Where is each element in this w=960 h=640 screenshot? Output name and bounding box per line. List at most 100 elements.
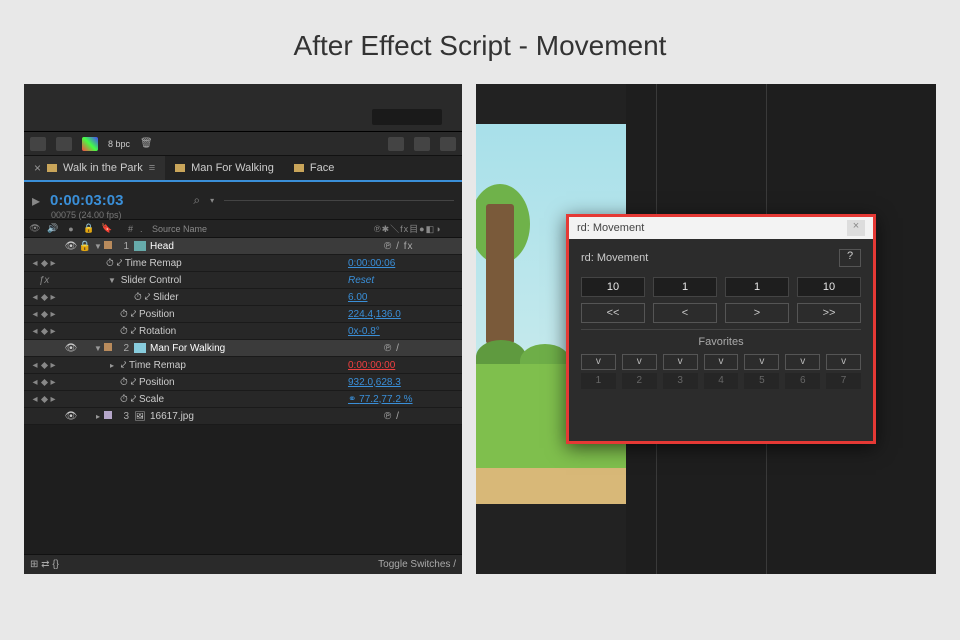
layer-switches[interactable]: ℗ / fx	[384, 241, 462, 252]
prop-value[interactable]: 0x-0.8°	[344, 326, 462, 337]
stopwatch-icon[interactable]: ⏱	[120, 377, 128, 388]
layer-row-man[interactable]: 👁 ▼ 2 Man For Walking ℗ /	[24, 340, 462, 357]
lock-toggle[interactable]: 🔒	[78, 241, 92, 252]
fav-save-3[interactable]: v	[663, 354, 698, 370]
panel-icon-3[interactable]	[440, 137, 456, 151]
twirl-icon[interactable]: ▼	[106, 276, 118, 285]
stopwatch-icon[interactable]: ⏱	[120, 326, 128, 337]
fav-save-1[interactable]: v	[581, 354, 616, 370]
stopwatch-icon[interactable]: ⏱	[106, 258, 114, 269]
current-time[interactable]: 0:00:03:03	[50, 192, 123, 209]
stopwatch-icon[interactable]: ⏱	[120, 309, 128, 320]
script-heading: rd: Movement	[581, 252, 648, 264]
fav-slot-5[interactable]: 5	[744, 373, 779, 389]
footer-icons[interactable]: ⊞ ⇄ {}	[30, 559, 59, 570]
prop-position[interactable]: ◂▸ ⏱ ⤦ Position 224.4,136.0	[24, 306, 462, 323]
prop-value[interactable]: 6.00	[344, 292, 462, 303]
index-col: #	[118, 224, 136, 234]
fav-slot-6[interactable]: 6	[785, 373, 820, 389]
keyframe-nav[interactable]: ◂▸	[24, 309, 64, 320]
nav-fast-forward-button[interactable]: >>	[797, 303, 861, 323]
movement-script-panel[interactable]: rd: Movement × rd: Movement ? 10 1 1 10 …	[566, 214, 876, 444]
viewer-panel: rd: Movement × rd: Movement ? 10 1 1 10 …	[476, 84, 936, 574]
close-icon[interactable]: ×	[34, 161, 41, 175]
fav-slot-7[interactable]: 7	[826, 373, 861, 389]
keyframe-nav[interactable]: ◂▸	[24, 377, 64, 388]
step-input-1[interactable]: 10	[581, 277, 645, 297]
stopwatch-icon[interactable]: ⏱	[120, 394, 128, 405]
prop-time-remap-2[interactable]: ◂▸ ▸ ⤦ Time Remap 0:00:00:00	[24, 357, 462, 374]
fav-save-7[interactable]: v	[826, 354, 861, 370]
prop-rotation[interactable]: ◂▸ ⏱ ⤦ Rotation 0x-0.8°	[24, 323, 462, 340]
help-button[interactable]: ?	[839, 249, 861, 267]
toggle-switches-button[interactable]: Toggle Switches /	[378, 559, 456, 570]
script-titlebar[interactable]: rd: Movement ×	[569, 217, 873, 239]
audio-col-icon: 🔊	[46, 223, 60, 234]
folder-icon	[175, 164, 185, 172]
twirl-icon[interactable]: ▸	[92, 412, 104, 421]
fav-slot-3[interactable]: 3	[663, 373, 698, 389]
prop-position-2[interactable]: ◂▸ ⏱ ⤦ Position 932.0,628.3	[24, 374, 462, 391]
layer-name[interactable]: 16617.jpg	[148, 411, 384, 422]
fav-slot-4[interactable]: 4	[704, 373, 739, 389]
nav-back-button[interactable]: <	[653, 303, 717, 323]
fav-slot-1[interactable]: 1	[581, 373, 616, 389]
prop-value[interactable]: 932.0,628.3	[344, 377, 462, 388]
prop-scale[interactable]: ◂▸ ⏱ ⤦ Scale ⚭ 77.2,77.2 %	[24, 391, 462, 408]
close-icon[interactable]: ×	[847, 220, 865, 236]
layer-switches[interactable]: ℗ /	[384, 411, 462, 422]
column-header: 👁 🔊 ● 🔒 🔖 # . Source Name ℗✱＼fx目●◧◑	[24, 220, 462, 238]
folder-icon[interactable]	[56, 137, 72, 151]
reset-link[interactable]: Reset	[344, 275, 462, 286]
step-input-3[interactable]: 1	[725, 277, 789, 297]
fav-slot-2[interactable]: 2	[622, 373, 657, 389]
step-input-4[interactable]: 10	[797, 277, 861, 297]
tab-face[interactable]: Face	[284, 156, 344, 180]
layer-row-head[interactable]: 👁 🔒 ▼ 1 Head ℗ / fx	[24, 238, 462, 255]
keyframe-nav[interactable]: ◂▸	[24, 258, 64, 269]
prop-time-remap[interactable]: ◂▸ ⏱ ⤦ Time Remap 0:00:00:06	[24, 255, 462, 272]
tab-man-for-walking[interactable]: Man For Walking	[165, 156, 284, 180]
script-title: rd: Movement	[577, 222, 644, 234]
nav-fast-back-button[interactable]: <<	[581, 303, 645, 323]
twirl-icon[interactable]: ▼	[92, 344, 104, 353]
fav-save-2[interactable]: v	[622, 354, 657, 370]
color-icon[interactable]	[82, 137, 98, 151]
layer-index: 3	[114, 411, 132, 422]
prop-value[interactable]: ⚭ 77.2,77.2 %	[344, 394, 462, 405]
step-input-2[interactable]: 1	[653, 277, 717, 297]
stopwatch-icon[interactable]: ⏱	[134, 292, 142, 303]
keyframe-nav[interactable]: ◂▸	[24, 292, 64, 303]
layer-switches[interactable]: ℗ /	[384, 343, 462, 354]
tab-walk-in-the-park[interactable]: × Walk in the Park ≡	[24, 156, 165, 180]
twirl-icon[interactable]: ▼	[92, 242, 104, 251]
fav-save-5[interactable]: v	[744, 354, 779, 370]
layer-row-image[interactable]: 👁 ▸ 3 🖼 16617.jpg ℗ /	[24, 408, 462, 425]
panel-icon-1[interactable]	[388, 137, 404, 151]
menu-icon[interactable]: ≡	[149, 162, 155, 174]
visibility-toggle[interactable]: 👁	[64, 241, 78, 252]
keyframe-nav[interactable]: ◂▸	[24, 360, 64, 371]
trash-icon[interactable]: 🗑	[140, 138, 153, 149]
keyframe-nav[interactable]: ◂▸	[24, 394, 64, 405]
prop-value[interactable]: 224.4,136.0	[344, 309, 462, 320]
image-icon: 🖼	[134, 411, 145, 422]
visibility-toggle[interactable]: 👁	[64, 343, 78, 354]
search-input[interactable]	[224, 200, 454, 201]
layer-name[interactable]: Man For Walking	[148, 343, 384, 354]
keyframe-nav[interactable]: ◂▸	[24, 326, 64, 337]
bpc-label[interactable]: 8 bpc	[108, 139, 130, 149]
prop-value[interactable]: 0:00:00:00	[344, 360, 462, 371]
search-icon[interactable]: ⌕	[193, 193, 200, 208]
visibility-toggle[interactable]: 👁	[64, 411, 78, 422]
prop-value[interactable]: 0:00:00:06	[344, 258, 462, 269]
fav-save-6[interactable]: v	[785, 354, 820, 370]
time-header: ▸ 0:00:03:03 00075 (24.00 fps) ⌕ ▾	[24, 182, 462, 220]
bin-icon[interactable]	[30, 137, 46, 151]
prop-slider[interactable]: ◂▸ ⏱ ⤦ Slider 6.00	[24, 289, 462, 306]
effect-slider-control[interactable]: ƒx ▼ Slider Control Reset	[24, 272, 462, 289]
layer-name[interactable]: Head	[148, 241, 384, 252]
fav-save-4[interactable]: v	[704, 354, 739, 370]
nav-forward-button[interactable]: >	[725, 303, 789, 323]
panel-icon-2[interactable]	[414, 137, 430, 151]
